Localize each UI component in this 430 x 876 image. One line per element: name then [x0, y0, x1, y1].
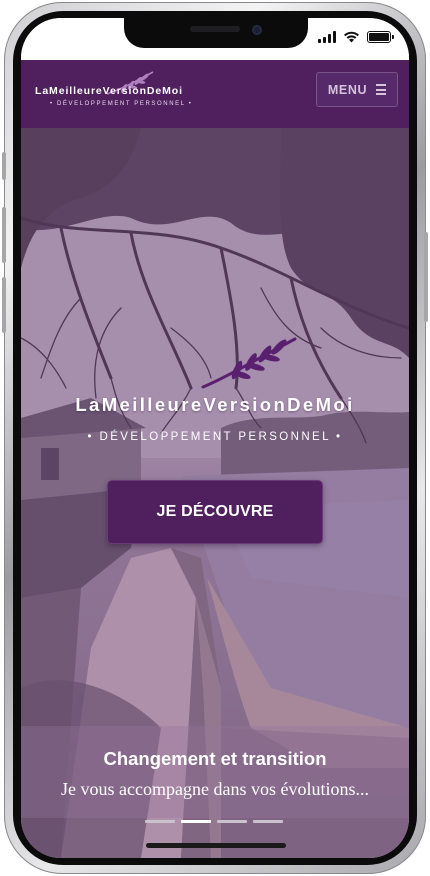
front-camera — [252, 25, 262, 35]
volume-down-button — [2, 277, 6, 333]
slide-dot[interactable] — [217, 820, 247, 823]
menu-label: MENU — [327, 82, 368, 97]
wifi-icon — [344, 31, 359, 43]
leaf-emblem-icon — [201, 337, 297, 389]
menu-button[interactable]: MENU — [316, 72, 398, 107]
home-indicator — [146, 843, 286, 848]
notch — [124, 18, 308, 48]
brand-logo[interactable]: LaMeilleureVersionDeMoi • DÉVELOPPEMENT … — [35, 68, 197, 112]
status-icons — [318, 31, 394, 43]
signal-icon — [318, 31, 336, 43]
power-button — [424, 232, 428, 322]
site-header: LaMeilleureVersionDeMoi • DÉVELOPPEMENT … — [21, 56, 409, 128]
slide-caption-panel — [21, 726, 409, 818]
slider-pagination — [145, 820, 283, 823]
battery-icon — [367, 31, 394, 43]
brand-tagline: • DÉVELOPPEMENT PERSONNEL • — [50, 101, 193, 107]
slide-dot-active[interactable] — [181, 820, 211, 823]
mute-switch — [2, 152, 6, 180]
caption-title: Changement et transition — [103, 748, 327, 769]
hero-subtitle: • DÉVELOPPEMENT PERSONNEL • — [87, 431, 343, 443]
hero-slider: LaMeilleureVersionDeMoi • DÉVELOPPEMENT … — [21, 128, 409, 858]
hamburger-icon — [376, 84, 387, 95]
discover-button[interactable]: JE DÉCOUVRE — [107, 480, 323, 544]
phone-screen: LaMeilleureVersionDeMoi • DÉVELOPPEMENT … — [21, 18, 409, 858]
volume-up-button — [2, 207, 6, 263]
caption-text: Je vous accompagne dans vos évolutions..… — [61, 779, 369, 799]
hero-title: LaMeilleureVersionDeMoi — [75, 394, 355, 415]
slide-dot[interactable] — [253, 820, 283, 823]
brand-name: LaMeilleureVersionDeMoi — [35, 85, 183, 97]
slide-dot[interactable] — [145, 820, 175, 823]
speaker — [190, 26, 240, 32]
